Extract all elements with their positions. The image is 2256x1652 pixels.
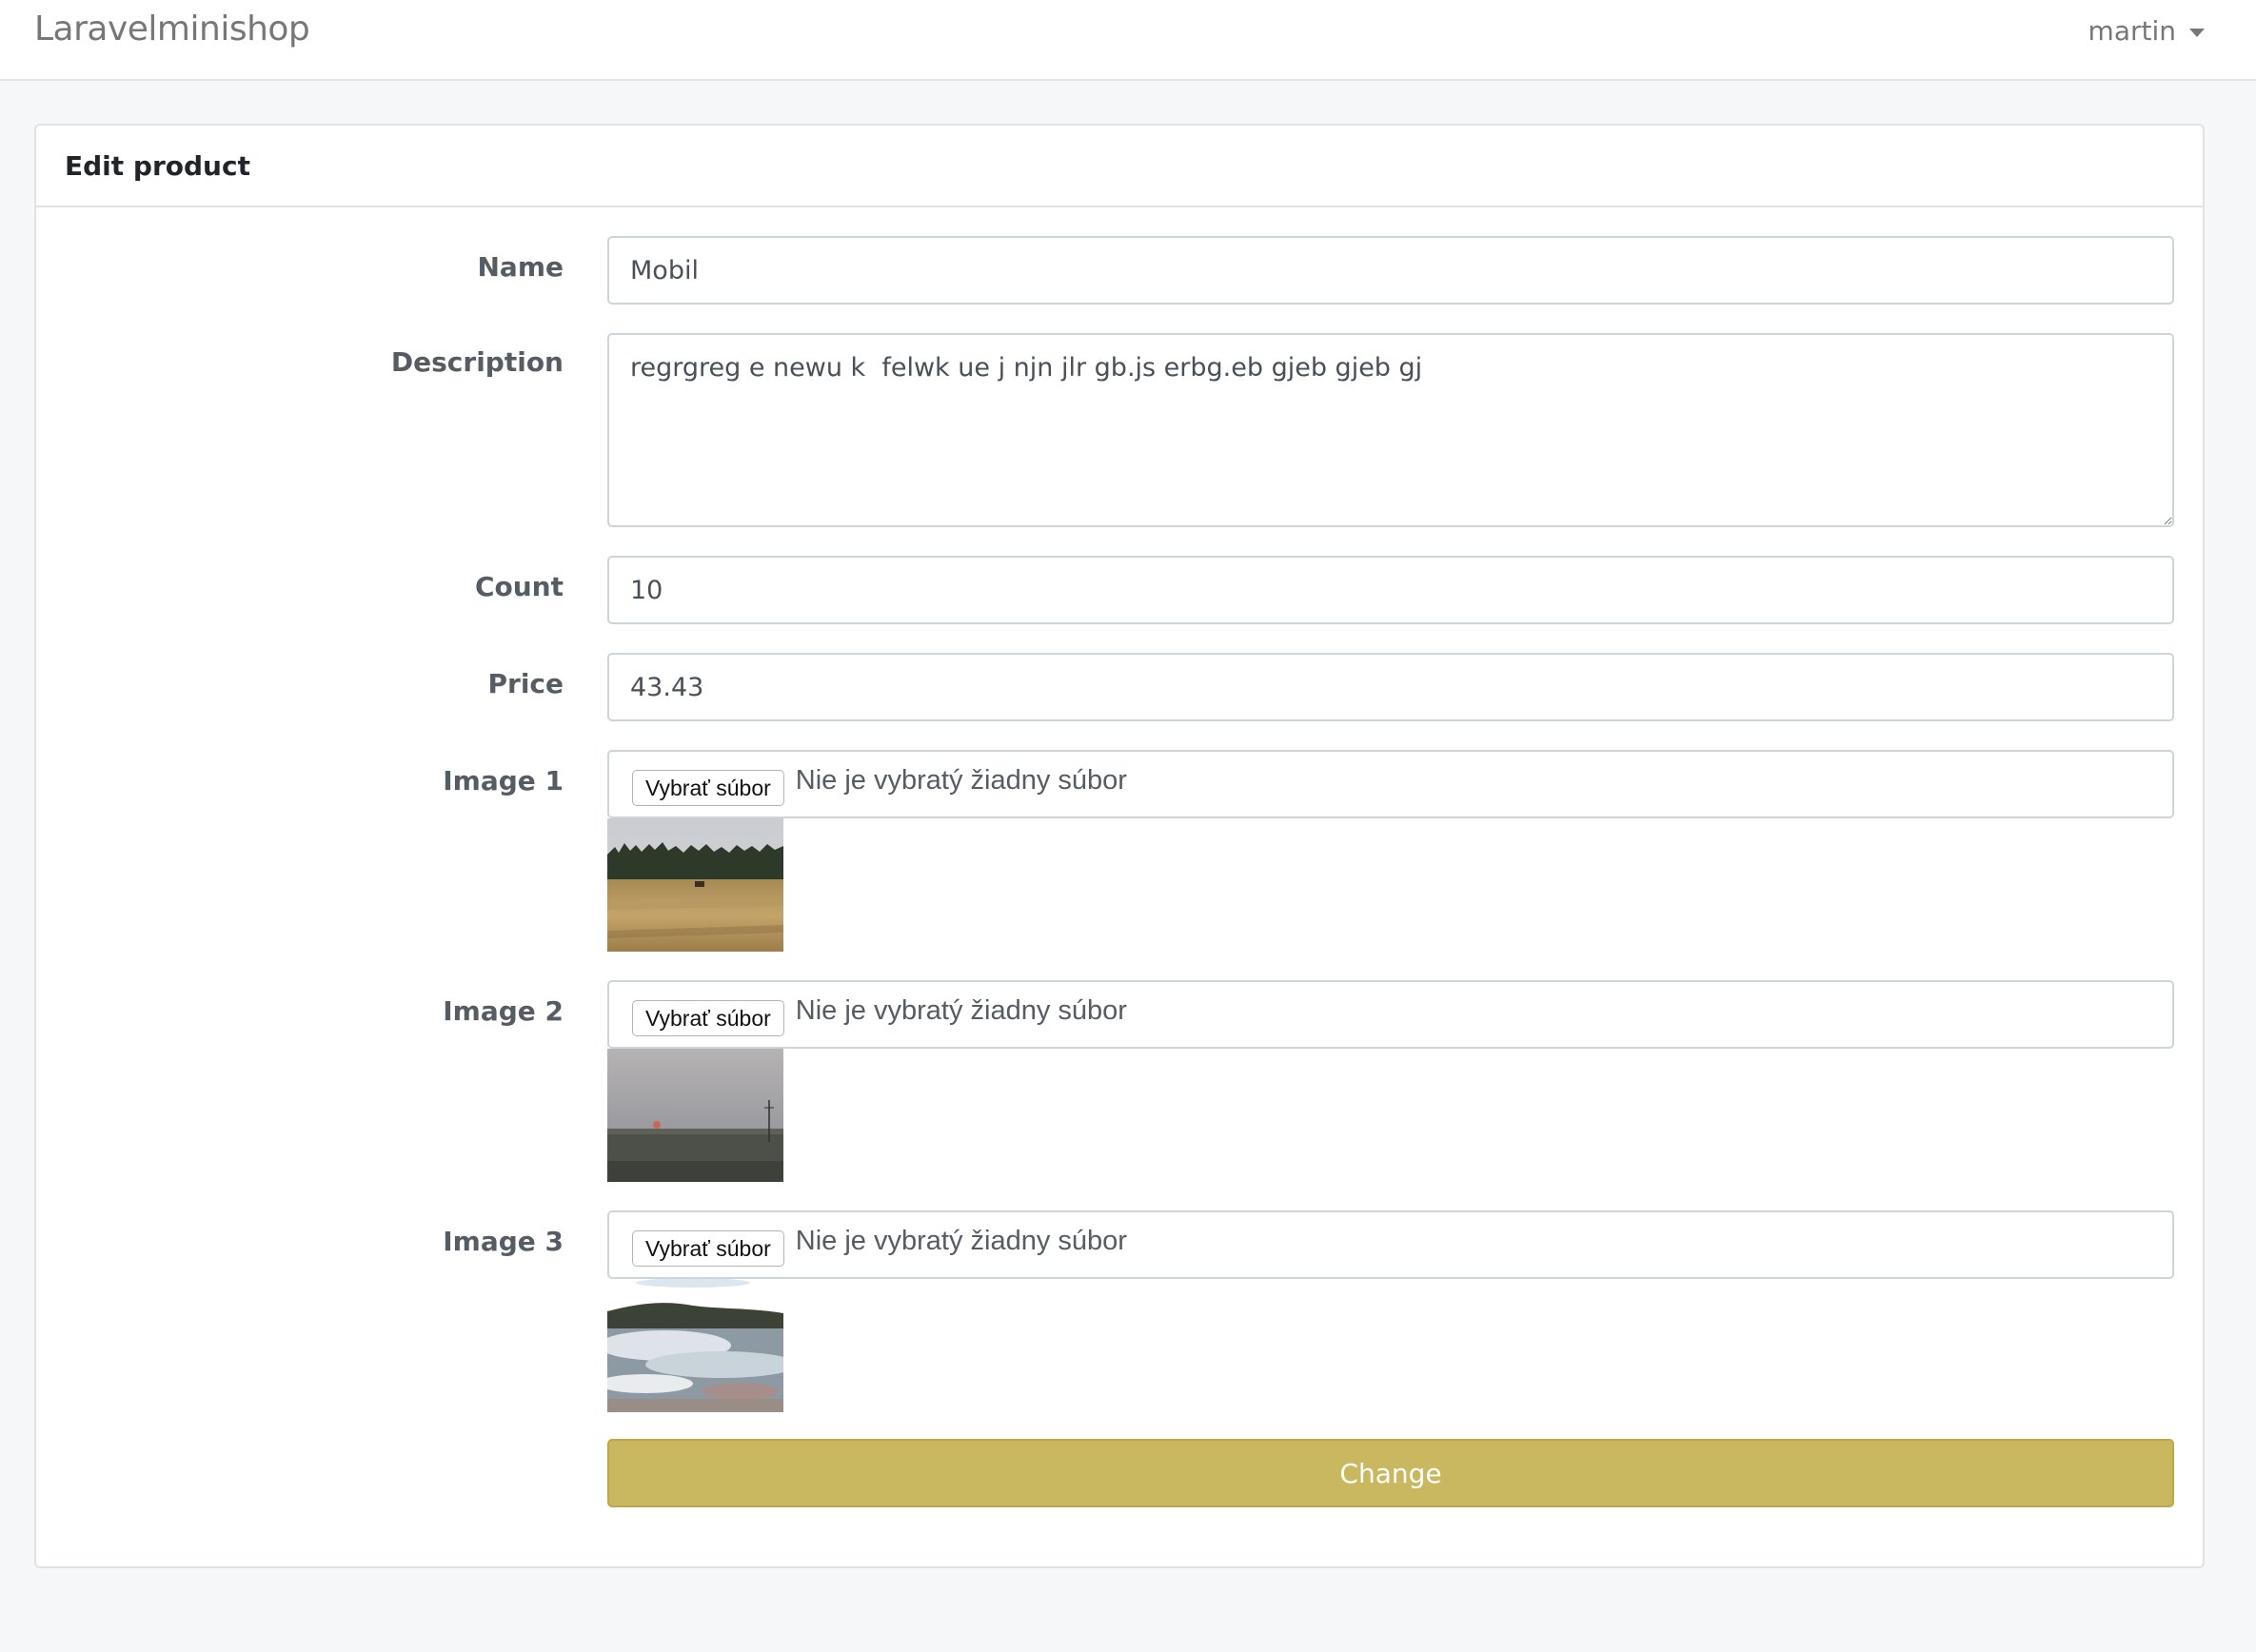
caret-down-icon xyxy=(2189,29,2205,37)
hot-spring-steam-photo xyxy=(607,1279,783,1412)
price-input[interactable] xyxy=(607,653,2174,721)
image-1-file-status: Nie je vybratý žiadny súbor xyxy=(795,764,1127,796)
image-1-label: Image 1 xyxy=(443,765,564,796)
image-2-choose-file-button[interactable]: Vybrať súbor xyxy=(632,1000,784,1036)
name-label: Name xyxy=(477,251,564,283)
image-3-label: Image 3 xyxy=(443,1226,564,1257)
image-2-label: Image 2 xyxy=(443,995,564,1027)
count-label: Count xyxy=(474,571,564,602)
user-name: martin xyxy=(2088,15,2176,47)
card-title: Edit product xyxy=(65,149,250,182)
image-3-file-status: Nie je vybratý žiadny súbor xyxy=(795,1225,1127,1256)
image-3-file-input[interactable]: Vybrať súbor Nie je vybratý žiadny súbor xyxy=(607,1210,2174,1279)
image-1-file-input[interactable]: Vybrať súbor Nie je vybratý žiadny súbor xyxy=(607,750,2174,818)
image-2-file-status: Nie je vybratý žiadny súbor xyxy=(795,994,1127,1026)
edit-product-card: Edit product Name Description regrgreg e… xyxy=(34,124,2205,1568)
brand-link[interactable]: Laravelminishop xyxy=(34,10,310,49)
card-header: Edit product xyxy=(36,126,2203,207)
image-3-choose-file-button[interactable]: Vybrať súbor xyxy=(632,1230,784,1267)
user-menu-dropdown[interactable]: martin xyxy=(2088,15,2205,47)
navbar: Laravelminishop martin xyxy=(0,0,2256,81)
price-label: Price xyxy=(487,668,564,699)
image-3-thumbnail xyxy=(607,1279,783,1412)
change-button[interactable]: Change xyxy=(607,1439,2174,1507)
description-textarea[interactable]: regrgreg e newu k felwk ue j njn jlr gb.… xyxy=(607,333,2174,527)
image-2-file-input[interactable]: Vybrať súbor Nie je vybratý žiadny súbor xyxy=(607,980,2174,1049)
image-1-thumbnail xyxy=(607,818,783,952)
description-label: Description xyxy=(390,346,564,378)
name-input[interactable] xyxy=(607,236,2174,305)
image-1-choose-file-button[interactable]: Vybrať súbor xyxy=(632,770,784,806)
image-2-thumbnail xyxy=(607,1049,783,1182)
grassland-forest-photo xyxy=(607,818,783,952)
sunset-plain-photo xyxy=(607,1049,783,1182)
count-input[interactable] xyxy=(607,556,2174,624)
